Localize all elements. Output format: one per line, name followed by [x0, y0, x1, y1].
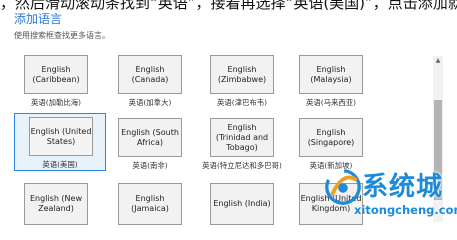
language-tile-english-caribbean[interactable]: English (Caribbean) 英语(加勒比海): [14, 50, 98, 110]
language-tile-english-zimbabwe[interactable]: English (Zimbabwe) 英语(津巴布韦): [200, 50, 284, 110]
language-label: English (Canada): [131, 64, 169, 84]
add-language-screen: ，然后滑动滚动条找到“英语”，接着再选择“英语(美国)”，点击添加就行啦 添加语…: [0, 0, 457, 225]
language-tile-english-united-states[interactable]: English (United States) 英语(美国): [14, 113, 106, 171]
language-label: English (Zimbabwe): [217, 64, 267, 84]
language-label: English (United States): [30, 126, 92, 146]
language-native-name: 英语(加拿大): [128, 98, 172, 107]
language-button[interactable]: English (New Zealand): [24, 183, 88, 225]
language-label: English (Singapore): [307, 127, 355, 147]
language-tile-english-malaysia[interactable]: English (Malaysia) 英语(马来西亚): [289, 50, 373, 110]
language-button[interactable]: English (Caribbean): [24, 55, 88, 94]
watermark-name: 系统城: [362, 172, 444, 202]
language-native-name: 英语(津巴布韦): [216, 98, 268, 107]
language-button[interactable]: English (Trinidad and Tobago): [210, 118, 274, 157]
search-hint: 使用搜索框查找更多语言。: [14, 31, 110, 40]
language-tile-english-canada[interactable]: English (Canada) 英语(加拿大): [108, 50, 192, 110]
language-tile-english-india[interactable]: English (India): [200, 178, 284, 225]
language-tile-english-singapore[interactable]: English (Singapore) 英语(新加坡): [289, 113, 373, 173]
language-tile-english-jamaica[interactable]: English (Jamaica): [108, 178, 192, 225]
watermark-logo-icon: [325, 169, 361, 205]
language-tile-english-south-africa[interactable]: English (South Africa) 英语(南非): [108, 113, 192, 173]
language-native-name: 英语(美国): [42, 160, 78, 169]
language-native-name: 英语(马来西亚): [305, 98, 357, 107]
language-native-name: 英语(南非): [132, 161, 168, 170]
language-button[interactable]: English (Malaysia): [299, 55, 363, 94]
watermark-url: xitongcheng.com: [354, 203, 457, 217]
language-label: English (Caribbean): [32, 64, 80, 84]
page-title: 添加语言: [14, 12, 63, 26]
language-tile-english-new-zealand[interactable]: English (New Zealand): [14, 178, 98, 225]
language-button[interactable]: English (South Africa): [118, 118, 182, 157]
language-label: English (New Zealand): [30, 194, 82, 213]
language-native-name: 英语(特立尼达和多巴哥): [202, 161, 282, 170]
language-button[interactable]: English (Canada): [118, 55, 182, 94]
language-label: English (India): [213, 199, 271, 208]
language-native-name: 英语(加勒比海): [30, 98, 82, 107]
language-button[interactable]: English (Jamaica): [118, 183, 182, 225]
language-label: English (Jamaica): [131, 194, 169, 213]
language-button[interactable]: English (Singapore): [299, 118, 363, 157]
instruction-text: ，然后滑动滚动条找到“英语”，接着再选择“英语(美国)”，点击添加就行啦: [0, 0, 457, 12]
scroll-up-arrow-icon[interactable]: ▲: [434, 57, 442, 65]
language-button[interactable]: English (Zimbabwe): [210, 55, 274, 94]
language-label: English (Trinidad and Tobago): [215, 122, 269, 152]
language-tile-english-trinidad-tobago[interactable]: English (Trinidad and Tobago) 英语(特立尼达和多巴…: [200, 113, 284, 173]
language-label: English (Malaysia): [310, 64, 352, 84]
language-label: English (South Africa): [121, 127, 179, 147]
language-button[interactable]: English (United States): [29, 117, 93, 156]
language-button[interactable]: English (India): [210, 183, 274, 225]
